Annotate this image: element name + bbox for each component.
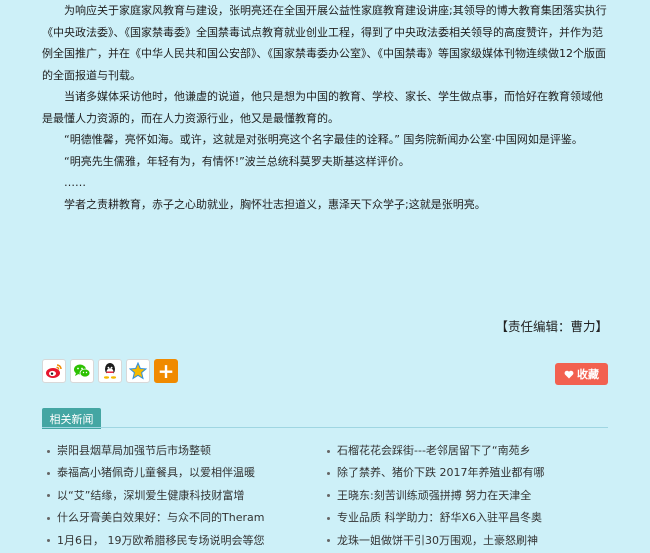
qq-icon[interactable] [98,359,122,383]
article-paragraph: 学者之责耕教育，赤子之心助就业，胸怀壮志担道义，惠泽天下众学子;这就是张明亮。 [64,197,486,211]
bullet-icon [327,494,330,498]
bullet-icon [47,516,50,520]
bullet-icon [47,539,50,543]
favorite-label: 收藏 [577,368,599,381]
list-item[interactable]: 以“艾”结缘，深圳爱生健康科技财富增 [46,485,308,507]
favorite-button[interactable]: 收藏 [555,363,608,385]
bullet-icon [47,471,50,475]
article-paragraph: 为响应关于家庭家风教育与建设，张明亮还在全国开展公益性家庭教育建设讲座;其领导的… [42,4,607,82]
list-item[interactable]: 崇阳县烟草局加强节后市场整顿 [46,440,308,462]
wechat-icon[interactable] [70,359,94,383]
article-paragraph: “明德惟馨，亮怀如海。或许，这就是对张明亮这个名字最佳的诠释。” 国务院新闻办公… [64,133,583,146]
article-paragraph: …… [64,176,86,189]
news-link[interactable]: 1月6日， 19万欧希腊移民专场说明会等您 [57,534,265,547]
news-link[interactable]: 石榴花花会踩街---老邻居留下了“南苑乡 [337,444,531,457]
bullet-icon [327,449,330,453]
bullet-icon [327,539,330,543]
news-link[interactable]: 什么牙膏美白效果好：与众不同的Theram [57,511,264,524]
news-link[interactable]: 泰福高小猪佩奇儿童餐具，以爱相伴温暖 [57,466,255,479]
more-icon[interactable]: + [154,359,178,383]
bullet-icon [47,449,50,453]
responsible-editor: 【责任编辑：曹力】 [495,319,608,334]
list-item[interactable]: 石榴花花会踩街---老邻居留下了“南苑乡 [326,440,608,462]
bullet-icon [327,516,330,520]
news-link[interactable]: 崇阳县烟草局加强节后市场整顿 [57,444,211,457]
article-body: 为响应关于家庭家风教育与建设，张明亮还在全国开展公益性家庭教育建设讲座;其领导的… [42,0,608,215]
list-item[interactable]: 专业品质 科学助力：舒华X6入驻平昌冬奥 [326,507,608,529]
news-link[interactable]: 除了禁养、猪价下跌 2017年养殖业都有哪 [337,466,545,479]
article-paragraph: 当诸多媒体采访他时，他谦虚的说道，他只是想为中国的教育、学校、家长、学生做点事，… [42,90,603,125]
list-item[interactable]: 除了禁养、猪价下跌 2017年养殖业都有哪 [326,462,608,484]
list-item[interactable]: 王晓东:刻苦训练顽强拼搏 努力在天津全 [326,485,608,507]
news-link[interactable]: 龙珠一姐做饼干引30万围观，土豪怒刷神 [337,534,538,547]
related-divider [42,427,608,428]
list-item[interactable]: 1月6日， 19万欧希腊移民专场说明会等您 [46,530,308,552]
share-bar: + [42,359,178,383]
news-link[interactable]: 专业品质 科学助力：舒华X6入驻平昌冬奥 [337,511,542,524]
bullet-icon [327,471,330,475]
weibo-icon[interactable] [42,359,66,383]
list-item[interactable]: 什么牙膏美白效果好：与众不同的Theram [46,507,308,529]
qzone-icon[interactable] [126,359,150,383]
list-item[interactable]: 泰福高小猪佩奇儿童餐具，以爱相伴温暖 [46,462,308,484]
news-link[interactable]: 以“艾”结缘，深圳爱生健康科技财富增 [57,489,244,502]
related-news-right: 石榴花花会踩街---老邻居留下了“南苑乡 除了禁养、猪价下跌 2017年养殖业都… [326,440,608,552]
news-link[interactable]: 王晓东:刻苦训练顽强拼搏 努力在天津全 [337,489,531,502]
related-news-left: 崇阳县烟草局加强节后市场整顿 泰福高小猪佩奇儿童餐具，以爱相伴温暖 以“艾”结缘… [46,440,308,552]
more-glyph: + [157,359,175,383]
list-item[interactable]: 龙珠一姐做饼干引30万围观，土豪怒刷神 [326,530,608,552]
bullet-icon [47,494,50,498]
tab-related-news[interactable]: 相关新闻 [42,408,101,429]
article-paragraph: “明亮先生儒雅，年轻有为，有情怀!”波兰总统科莫罗夫斯基这样评价。 [64,154,410,168]
heart-icon [564,370,574,378]
